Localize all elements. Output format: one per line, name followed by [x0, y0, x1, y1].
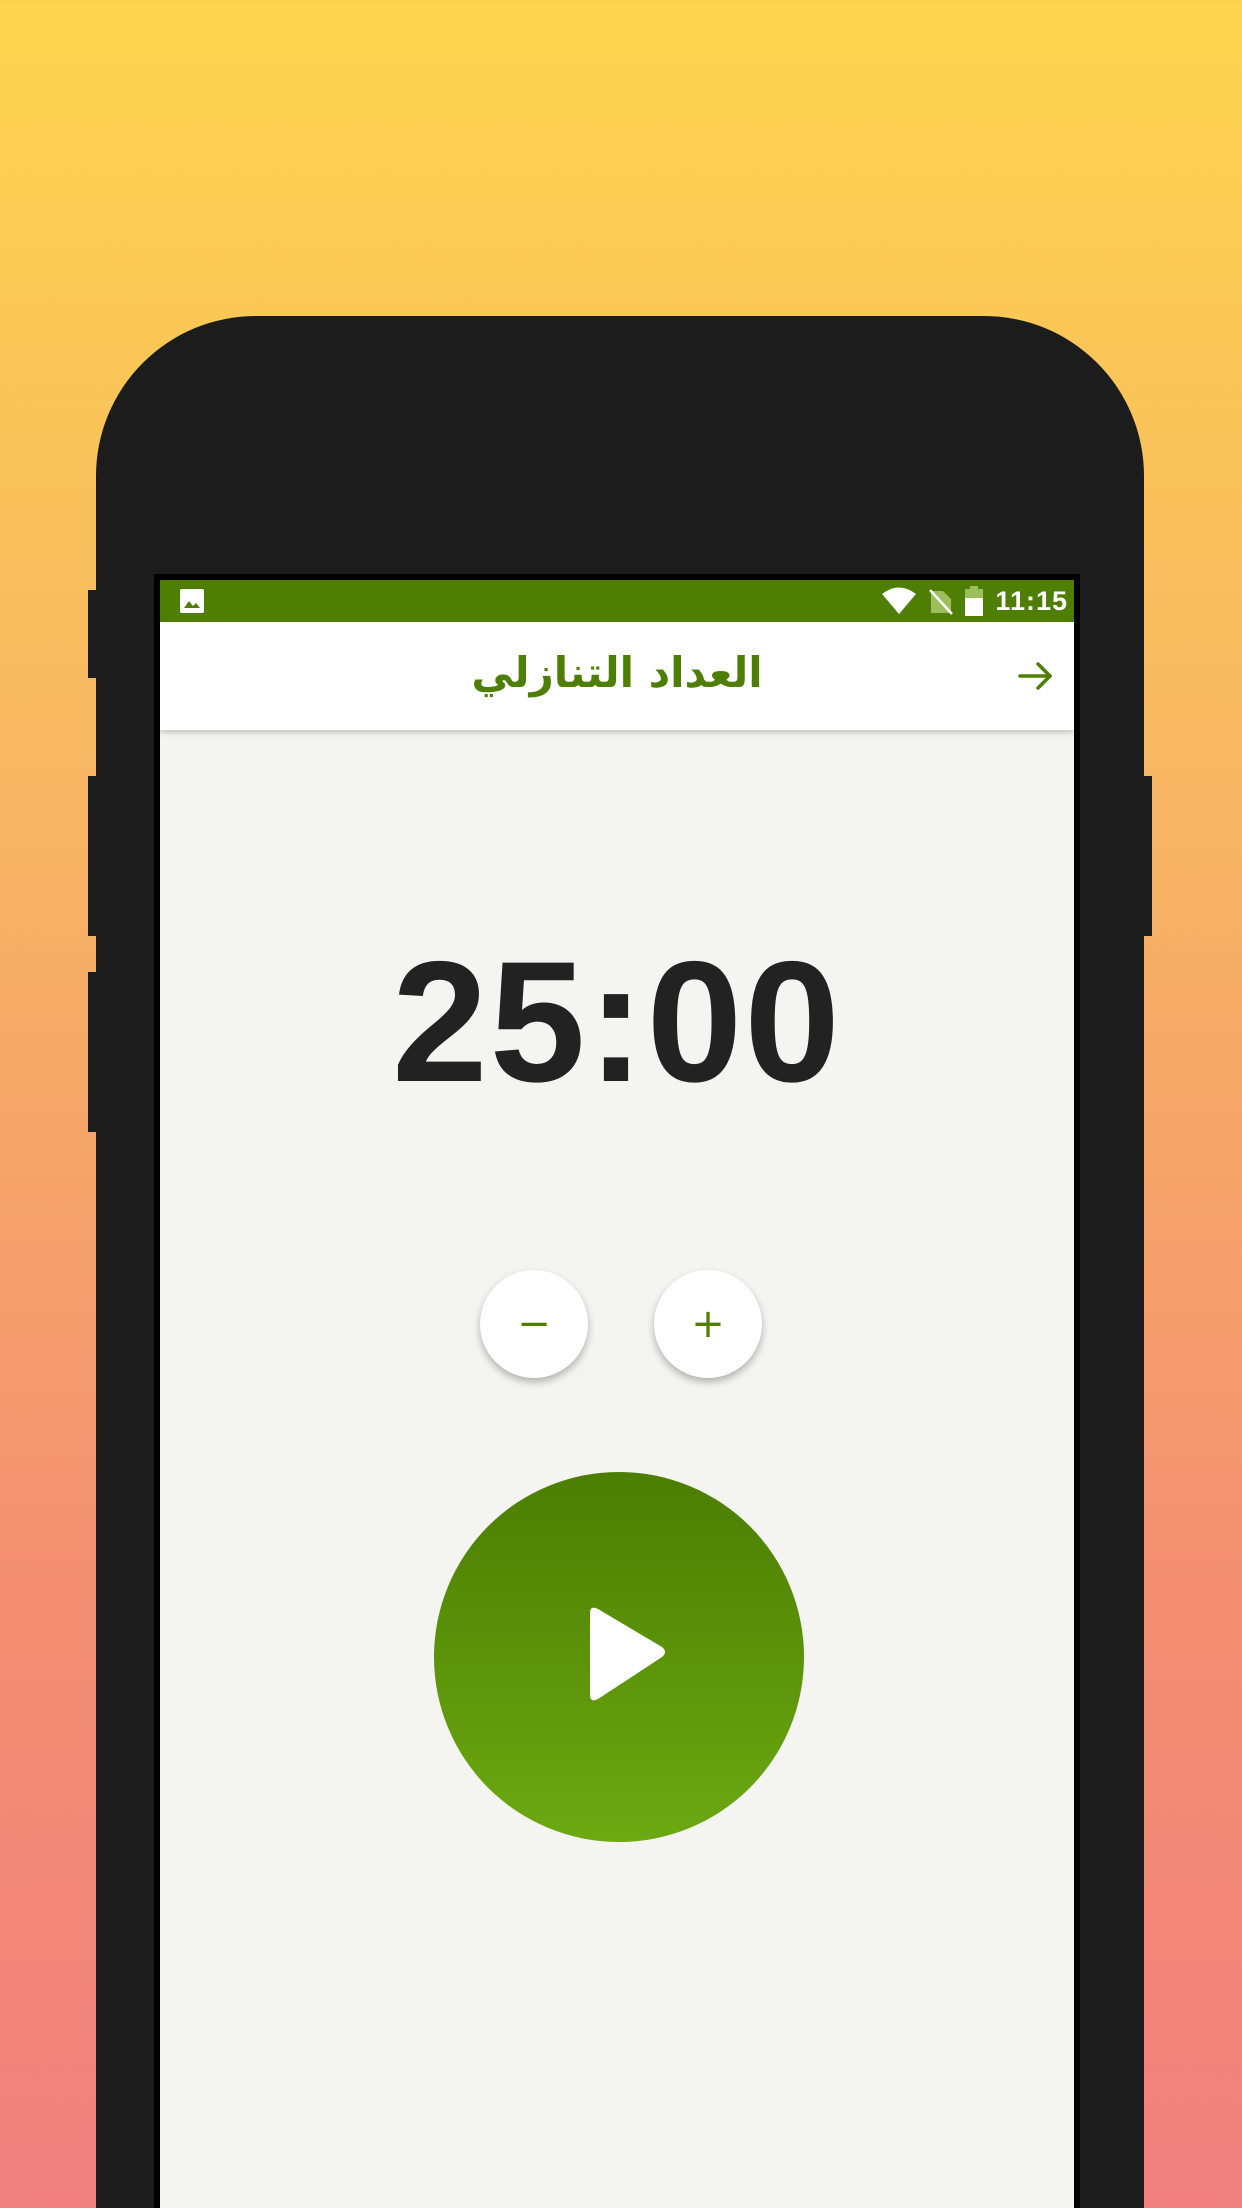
phone-screen: 11:15 العداد التنازلي 25:00 − + [154, 574, 1080, 2208]
phone-volume-down-button [88, 972, 100, 1132]
arrow-right-icon[interactable] [1016, 656, 1056, 696]
phone-volume-up-button [88, 776, 100, 936]
countdown-display: 25:00 [392, 926, 842, 1118]
play-icon [590, 1607, 665, 1701]
page-title: العداد التنازلي [471, 648, 763, 697]
play-button[interactable] [434, 1472, 804, 1842]
decrement-button[interactable]: − [480, 1270, 588, 1378]
plus-icon: + [691, 1301, 725, 1347]
status-bar: 11:15 [160, 580, 1074, 622]
phone-power-button [1140, 776, 1152, 936]
image-icon [180, 589, 204, 613]
status-time: 11:15 [995, 585, 1068, 616]
status-icons: 11:15 [881, 580, 1068, 622]
phone-side-button [88, 590, 100, 678]
app-screen: 11:15 العداد التنازلي 25:00 − + [160, 580, 1074, 2208]
wifi-icon [882, 587, 917, 614]
increment-button[interactable]: + [654, 1270, 762, 1378]
app-bar: العداد التنازلي [160, 622, 1074, 730]
battery-icon [965, 586, 984, 616]
no-sim-icon [929, 589, 954, 615]
minus-icon: − [517, 1301, 551, 1347]
